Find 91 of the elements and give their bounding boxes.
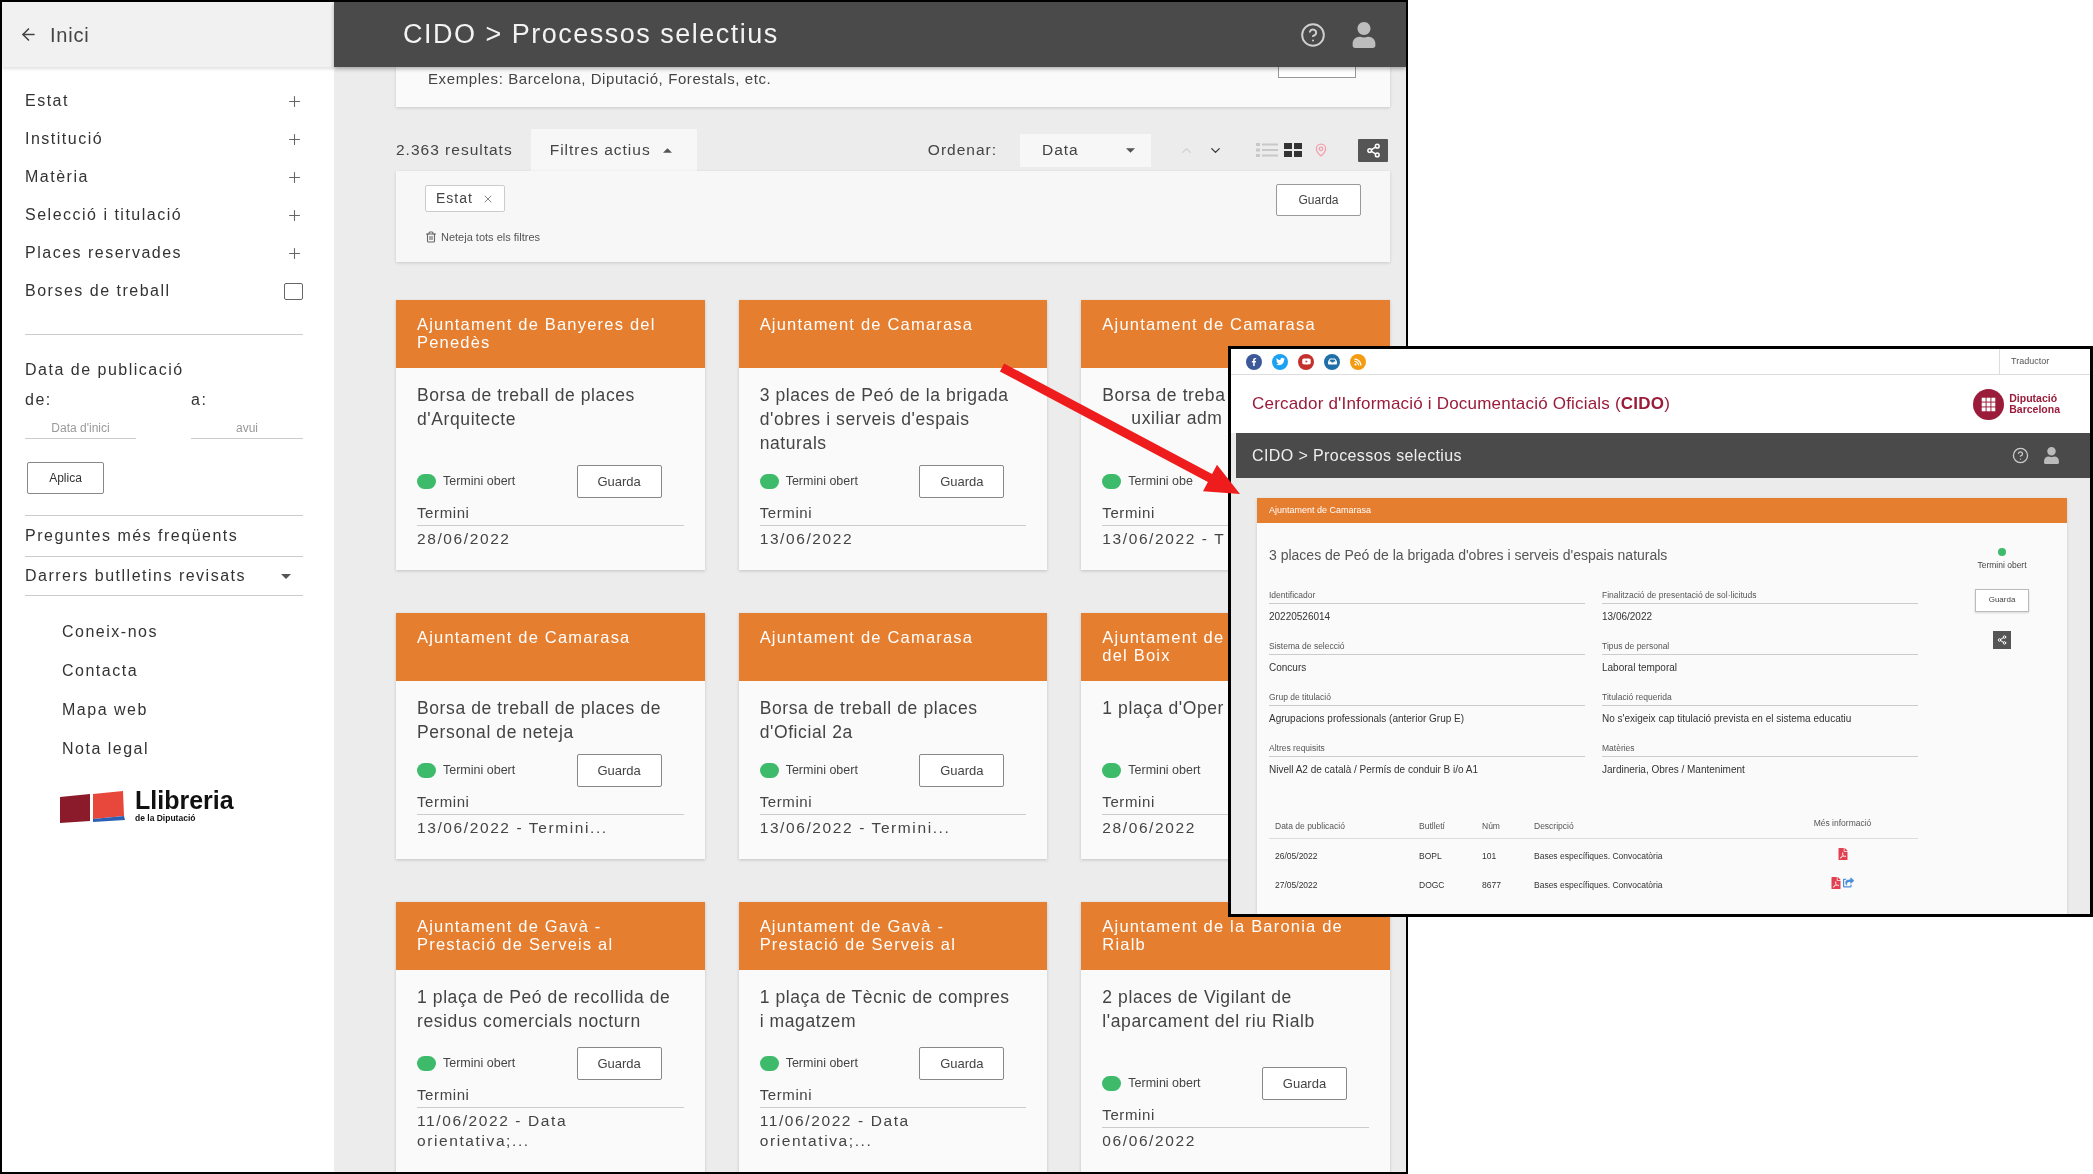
column-header: Núm bbox=[1482, 820, 1500, 831]
field-value: Concurs bbox=[1269, 661, 1307, 675]
status-label: Termini obert bbox=[785, 762, 858, 780]
deadline-date: 06/06/2022 bbox=[1102, 1131, 1196, 1151]
table-cell: DOGC bbox=[1419, 879, 1445, 890]
filter-label: Borses de treball bbox=[25, 281, 171, 301]
table-cell: 8677 bbox=[1482, 879, 1501, 890]
table-cell: 101 bbox=[1482, 850, 1497, 861]
field-value: 20220526014 bbox=[1269, 610, 1331, 624]
logo-name: Llibreria bbox=[135, 788, 234, 813]
logo-subtitle: de la Diputació bbox=[135, 813, 196, 823]
institution-name: Ajuntament de Camarasa bbox=[759, 315, 974, 333]
status-label: Termini obert bbox=[1128, 762, 1201, 780]
section-title: Data de publicació bbox=[25, 361, 184, 379]
deadline-date: 13/06/2022 - Termini... bbox=[759, 818, 951, 838]
card-title: uxiliar adm bbox=[1131, 410, 1223, 426]
logo-text: Diputació Barcelona bbox=[2009, 393, 2060, 415]
deadline-label: Termini bbox=[759, 503, 813, 523]
deadline-date: 11/06/2022 - Data orientativa;... bbox=[417, 1111, 569, 1151]
column-header: Descripció bbox=[1534, 820, 1574, 831]
deadline-label: Termini bbox=[1102, 1105, 1155, 1125]
deadline-label: Termini bbox=[1102, 503, 1155, 523]
deadline-date: 13/06/2022 - T bbox=[1102, 529, 1226, 549]
institution-name: Ajuntament de Camarasa bbox=[1102, 315, 1316, 333]
table-cell: BOPL bbox=[1419, 850, 1442, 861]
field-label: Grup de titulació bbox=[1269, 692, 1331, 703]
field-label: a: bbox=[191, 391, 208, 409]
results-count: 2.363 resultats bbox=[396, 140, 513, 161]
deadline-date: 11/06/2022 - Data orientativa;... bbox=[759, 1111, 911, 1151]
status-label: Termini obert bbox=[443, 762, 516, 780]
status-label: Termini obert bbox=[1128, 1075, 1201, 1093]
status-label: Termini obert bbox=[443, 1055, 516, 1073]
column-header: Butlletí bbox=[1419, 820, 1445, 831]
status-label: Termini obert bbox=[785, 473, 858, 491]
detail-title: 3 places de Peó de la brigada d'obres i serveis d'espais naturals bbox=[1269, 546, 1668, 564]
site-title: Cercador d'Informació i Documentació Oficials (CIDO) bbox=[1252, 393, 1671, 416]
status-label: Termini obert bbox=[785, 1055, 858, 1073]
card-title: 2 places de Vigilant de l'aparcament del riu Rialb bbox=[1102, 986, 1316, 1033]
deadline-date: 13/06/2022 - Termini... bbox=[417, 818, 608, 838]
card-title: 1 plaça d'Oper bbox=[1102, 697, 1224, 720]
field-value: No s'exigeix cap titulació prevista en el sistema educatiu bbox=[1602, 712, 1852, 726]
institution-name: Ajuntament de Camarasa bbox=[417, 628, 631, 646]
status-label: Termini obert bbox=[443, 473, 516, 491]
table-cell: 27/05/2022 bbox=[1275, 879, 1318, 890]
sort-label: Ordenar: bbox=[927, 140, 997, 161]
field-value: Laboral temporal bbox=[1602, 661, 1678, 675]
institution-name: Ajuntament de la Baronia de Rialb bbox=[1102, 917, 1344, 953]
deadline-label: Termini bbox=[417, 1085, 470, 1105]
deadline-date: 28/06/2022 bbox=[1102, 818, 1196, 838]
table-cell: 26/05/2022 bbox=[1275, 850, 1318, 861]
search-hint: Exemples: Barcelona, Diputació, Forestals, etc. bbox=[428, 70, 772, 88]
institution-name: Ajuntament de Banyeres del Penedès bbox=[417, 315, 657, 351]
column-header: Data de publicació bbox=[1275, 820, 1345, 831]
page-title: CIDO > Processos selectius bbox=[403, 18, 779, 52]
field-label: Altres requisits bbox=[1269, 743, 1325, 754]
field-label: Identificador bbox=[1269, 590, 1316, 601]
field-label: Titulació requerida bbox=[1602, 692, 1672, 703]
page-title: CIDO > Processos selectius bbox=[1252, 445, 1463, 466]
card-title: Borsa de treball de places d'Arquitecte bbox=[417, 384, 636, 431]
institution-name: Ajuntament de Gavà - Prestació de Serveis al bbox=[759, 917, 957, 953]
deadline-label: Termini bbox=[417, 792, 470, 812]
field-value: Jardineria, Obres / Manteniment bbox=[1602, 763, 1745, 777]
card-title: Borsa de treba bbox=[1102, 384, 1226, 407]
deadline-date: 28/06/2022 bbox=[417, 529, 511, 549]
field-label: Matèries bbox=[1602, 743, 1635, 754]
column-header: Més informació bbox=[1813, 817, 1872, 830]
field-label: Finalització de presentació de sol·licituds bbox=[1602, 590, 1757, 601]
card-title: Borsa de treball de places d'Oficial 2a bbox=[759, 697, 979, 744]
field-value: Nivell A2 de català / Permís de conduir B i/o A1 bbox=[1269, 763, 1478, 777]
status-label: Termini obe bbox=[1128, 473, 1193, 491]
institution-name: Ajuntament de Camarasa bbox=[1269, 503, 1372, 517]
deadline-label: Termini bbox=[417, 503, 470, 523]
field-label: de: bbox=[25, 391, 52, 409]
deadline-date: 13/06/2022 bbox=[759, 529, 854, 549]
institution-name: Ajuntament de Gavà - Prestació de Serveis al bbox=[417, 917, 615, 953]
institution-name: Ajuntament de del Boix bbox=[1102, 628, 1225, 664]
deadline-label: Termini bbox=[759, 792, 813, 812]
deadline-label: Termini bbox=[759, 1085, 813, 1105]
field-value: Agrupacions professionals (anterior Grup E) bbox=[1269, 712, 1465, 726]
field-label: Tipus de personal bbox=[1602, 641, 1670, 652]
deadline-label: Termini bbox=[1102, 792, 1155, 812]
table-cell: Bases específiques. Convocatòria bbox=[1534, 850, 1663, 861]
field-value: 13/06/2022 bbox=[1602, 610, 1653, 624]
card-title: 1 plaça de Peó de recollida de residus comercials nocturn bbox=[417, 986, 672, 1033]
card-title: 3 places de Peó de la brigada d'obres i serveis d'espais naturals bbox=[759, 384, 1010, 455]
field-label: Sistema de selecció bbox=[1269, 641, 1345, 652]
institution-name: Ajuntament de Camarasa bbox=[759, 628, 974, 646]
table-cell: Bases específiques. Convocatòria bbox=[1534, 879, 1663, 890]
card-title: 1 plaça de Tècnic de compres i magatzem bbox=[759, 986, 1011, 1033]
status-label: Termini obert bbox=[1977, 559, 2027, 572]
card-title: Borsa de treball de places de Personal de neteja bbox=[417, 697, 663, 744]
